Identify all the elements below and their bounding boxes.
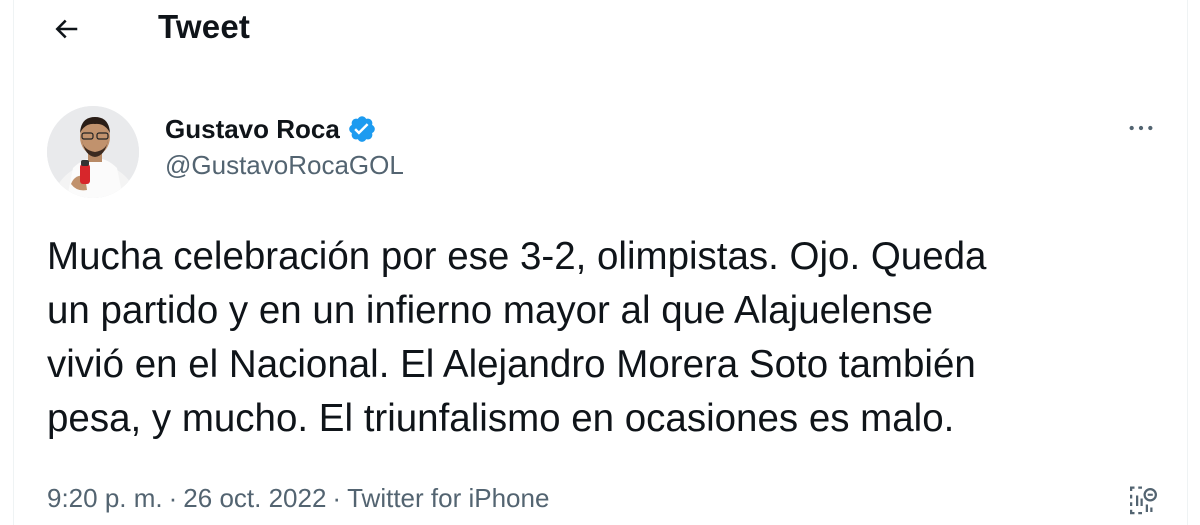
meta-separator: · — [332, 482, 342, 513]
author-display-name[interactable]: Gustavo Roca — [165, 114, 340, 145]
tweet-date[interactable]: 26 oct. 2022 — [183, 483, 326, 514]
tweet-text-line: pesa, y mucho. El triunfalismo en ocasio… — [47, 397, 955, 440]
meta-separator: · — [168, 482, 178, 513]
tweet-text-line: vivió en el Nacional. El Alejandro Morer… — [47, 343, 976, 386]
tweet-detail-page: Tweet Gustavo Roca @GustavoRocaGOL Mucha… — [0, 0, 1200, 525]
tweet-time[interactable]: 9:20 p. m. — [47, 483, 163, 514]
more-button[interactable] — [1118, 110, 1164, 146]
view-analytics-button[interactable] — [1122, 480, 1162, 520]
page-title: Tweet — [158, 8, 251, 45]
tweet-text: Mucha celebración por ese 3-2, olimpista… — [47, 230, 1177, 446]
author-name-row[interactable]: Gustavo Roca — [165, 111, 377, 147]
tweet-source[interactable]: Twitter for iPhone — [347, 483, 549, 514]
avatar[interactable] — [47, 106, 139, 198]
tweet-metadata: 9:20 p. m. · 26 oct. 2022 · Twitter for … — [47, 480, 549, 516]
header-bar: Tweet — [0, 0, 1200, 60]
tweet-text-line: Mucha celebración por ese 3-2, olimpista… — [47, 235, 987, 278]
more-horizontal-icon — [1129, 125, 1153, 131]
analytics-icon — [1130, 486, 1157, 515]
avatar-photo — [47, 106, 139, 198]
verified-badge-icon — [347, 114, 377, 144]
arrow-left-icon — [55, 19, 78, 39]
tweet-text-line: un partido y en un infierno mayor al que… — [47, 289, 934, 332]
right-border — [1187, 0, 1188, 525]
author-handle[interactable]: @GustavoRocaGOL — [165, 150, 404, 181]
back-button[interactable] — [44, 7, 88, 51]
left-border — [13, 0, 14, 525]
